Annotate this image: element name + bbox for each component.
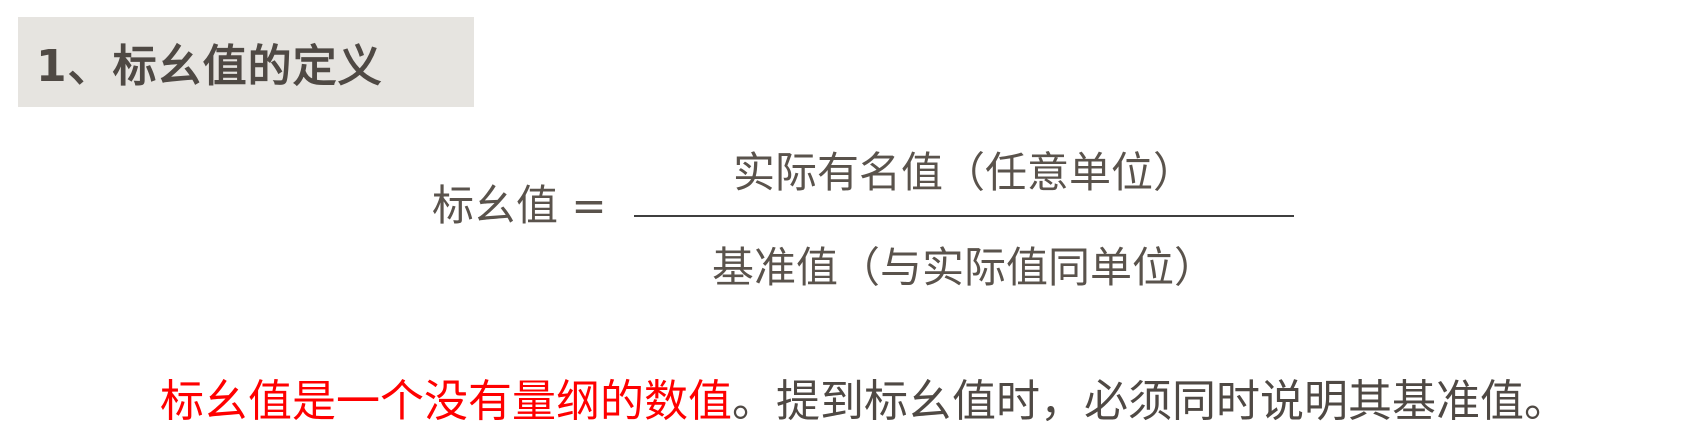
statement-rest: 。提到标幺值时，必须同时说明其基准值。 (732, 376, 1568, 427)
formula-denominator: 基准值（与实际值同单位） (711, 243, 1216, 292)
statement-highlight: 标幺值是一个没有量纲的数值 (160, 376, 732, 427)
section-title-box: 1、标幺值的定义 (18, 17, 474, 107)
definition-statement: 标幺值是一个没有量纲的数值。提到标幺值时，必须同时说明其基准值。 (160, 380, 1568, 424)
formula-lhs: 标幺值 = (432, 181, 607, 230)
section-title: 1、标幺值的定义 (36, 41, 383, 92)
fraction-bar (634, 215, 1294, 217)
formula-numerator: 实际有名值（任意单位） (732, 148, 1195, 197)
